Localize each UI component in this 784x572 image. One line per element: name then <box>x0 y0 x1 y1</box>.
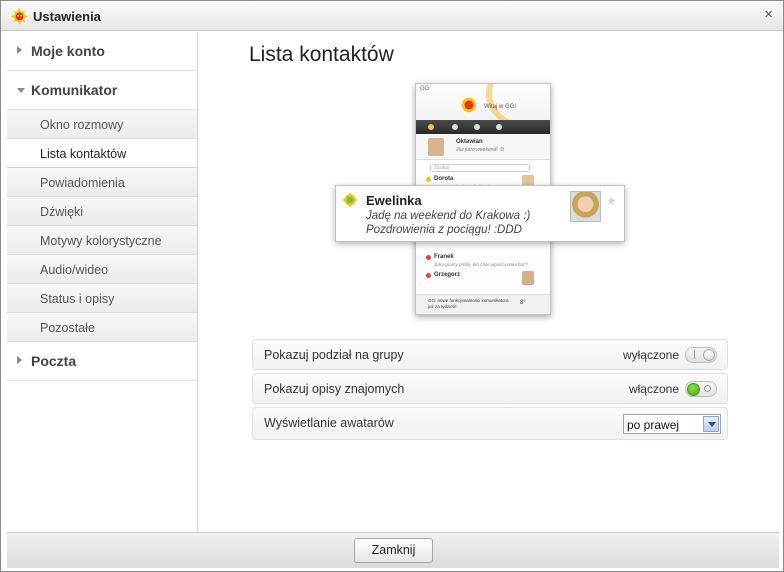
sidebar-item-label: Dźwięki <box>40 205 84 219</box>
setting-state: włączone <box>628 382 679 396</box>
close-window-icon[interactable]: × <box>764 7 773 23</box>
toggle-knob <box>703 349 715 361</box>
gg-sun-icon <box>461 97 477 113</box>
chevron-down-icon <box>17 88 25 93</box>
settings-window: Ustawienia × Moje konto Komunikator Okno… <box>0 0 784 572</box>
tooltip-desc-line2: Pozdrowienia z pociągu! :DDD <box>366 224 522 236</box>
sidebar-item-label: Okno rozmowy <box>40 118 124 132</box>
avatar <box>428 138 444 156</box>
sidebar-item-label: Powiadomienia <box>40 176 125 190</box>
status-dot-icon <box>426 177 431 182</box>
sidebar-item-label: Pozostałe <box>40 321 95 335</box>
contacts-icon <box>428 124 434 130</box>
preview-contact-row: Franek Jutro gramy próbę, kto chce wpaść… <box>416 252 550 272</box>
toggle-mark <box>694 350 695 359</box>
dialog-footer: Zamknij <box>7 532 779 568</box>
preview-search: Szukaj <box>430 164 530 172</box>
setting-state: wyłączone <box>622 348 679 362</box>
select-value: po prawej <box>627 418 680 432</box>
chevron-right-icon <box>17 356 22 364</box>
headset-icon <box>496 124 502 130</box>
sidebar-section-label: Moje konto <box>31 43 105 59</box>
sidebar-item-label: Status i opisy <box>40 292 115 306</box>
sidebar-section-moje-konto[interactable]: Moje konto <box>7 32 197 71</box>
mail-icon <box>474 124 480 130</box>
setting-label: Pokazuj opisy znajomych <box>264 382 405 396</box>
toggle-mark <box>704 385 711 392</box>
star-icon: ★ <box>606 194 617 208</box>
preview-user-name: Oktawian <box>456 139 483 145</box>
preview-contact-row: Grzegorz <box>416 270 550 290</box>
sidebar-item-status-i-opisy[interactable]: Status i opisy <box>7 284 197 313</box>
setting-label: Wyświetlanie awatarów <box>264 416 394 430</box>
tooltip-contact-name: Ewelinka <box>366 193 422 208</box>
setting-avatar-display: Wyświetlanie awatarów po prawej <box>252 407 728 440</box>
preview-welcome: Witaj w GG! <box>484 104 517 110</box>
sidebar-section-label: Komunikator <box>31 82 118 98</box>
chevron-down-icon[interactable] <box>703 416 719 432</box>
preview-user-desc: Już jutro weekend! :D <box>456 147 505 153</box>
preview-status-label: GG <box>420 86 430 92</box>
gg-status-sun-icon <box>342 192 358 208</box>
group-division-toggle[interactable] <box>685 347 717 363</box>
contact-avatar <box>522 271 534 285</box>
sidebar-item-label: Lista kontaktów <box>40 147 127 161</box>
gg-sun-icon <box>11 8 28 25</box>
sidebar-item-motywy-kolorystyczne[interactable]: Motywy kolorystyczne <box>7 226 197 255</box>
close-button[interactable]: Zamknij <box>354 538 433 563</box>
tooltip-desc-line1: Jadę na weekend do Krakowa :) <box>366 210 531 222</box>
status-dot-icon <box>426 255 431 260</box>
settings-content: Lista kontaktów GG Witaj w GG! Oktawian … <box>199 32 783 532</box>
contact-name: Grzegorz <box>434 272 461 278</box>
sidebar-item-pozostale[interactable]: Pozostałe <box>7 313 197 342</box>
setting-group-division: Pokazuj podział na grupy wyłączone <box>252 339 728 370</box>
contact-name: Franek <box>434 254 454 260</box>
preview-weather-temp: 8° <box>520 300 526 306</box>
window-title: Ustawienia <box>33 9 101 24</box>
sidebar-item-label: Audio/wideo <box>40 263 109 277</box>
show-descriptions-toggle[interactable] <box>685 381 717 397</box>
sidebar-section-poczta[interactable]: Poczta <box>7 342 197 381</box>
avatar-position-select[interactable]: po prawej <box>623 414 721 434</box>
sidebar-item-lista-kontaktow[interactable]: Lista kontaktów <box>7 139 197 168</box>
contact-name: Dorota <box>434 176 454 182</box>
setting-show-descriptions: Pokazuj opisy znajomych włączone <box>252 373 728 404</box>
page-title: Lista kontaktów <box>249 43 394 66</box>
toggle-knob <box>687 383 700 396</box>
preview-news-bar: GG: nowe funkcjonalności komunikatora ju… <box>416 294 550 314</box>
setting-label: Pokazuj podział na grupy <box>264 348 404 362</box>
contact-tooltip-preview: Ewelinka Jadę na weekend do Krakowa :) P… <box>335 185 625 242</box>
status-icon <box>452 124 458 130</box>
sidebar-item-dzwieki[interactable]: Dźwięki <box>7 197 197 226</box>
preview-user: Oktawian Już jutro weekend! :D <box>416 134 550 160</box>
status-dot-icon <box>426 273 431 278</box>
sidebar-item-label: Motywy kolorystyczne <box>40 234 162 248</box>
sidebar-section-komunikator[interactable]: Komunikator <box>7 71 197 110</box>
title-bar: Ustawienia × <box>1 1 783 31</box>
sidebar-item-audio-wideo[interactable]: Audio/wideo <box>7 255 197 284</box>
sidebar-section-label: Poczta <box>31 353 77 369</box>
sidebar-item-powiadomienia[interactable]: Powiadomienia <box>7 168 197 197</box>
chevron-right-icon <box>17 46 22 54</box>
preview-header: GG Witaj w GG! <box>416 84 550 120</box>
settings-sidebar: Moje konto Komunikator Okno rozmowy List… <box>7 32 198 532</box>
avatar <box>570 191 601 222</box>
sidebar-item-okno-rozmowy[interactable]: Okno rozmowy <box>7 110 197 139</box>
preview-news-text: GG: nowe funkcjonalności komunikatora ju… <box>428 298 509 309</box>
preview-toolbar <box>416 120 550 134</box>
contact-desc: Jutro gramy próbę, kto chce wpaść posłuc… <box>434 262 528 267</box>
preview-swoosh <box>486 84 550 120</box>
